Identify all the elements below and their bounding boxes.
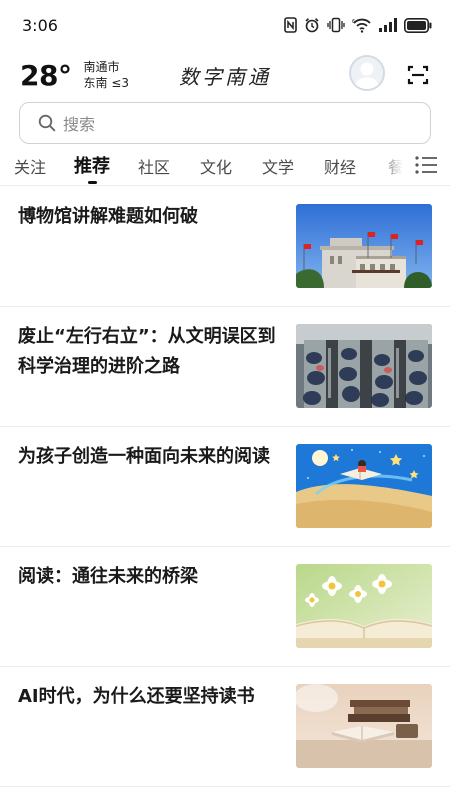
vibrate-icon [327,17,345,33]
category-tabs: 关注 推荐 社区 文化 文学 财经 餐 [0,146,450,186]
search-bar[interactable]: 搜索 [19,102,431,144]
active-tab-indicator [88,181,97,184]
app-header: 28° 南通市 东南 ≤3 数字南通 [0,50,450,100]
city-name: 南通市 [83,60,120,74]
temperature: 28° [20,58,72,92]
list-item[interactable]: AI时代，为什么还要坚持读书 [0,667,450,787]
escalator-crowd-image [296,324,432,408]
wind-info: 东南 ≤3 [83,76,129,90]
battery-icon [404,17,432,33]
article-title[interactable]: 废止“左行右立”：从文明误区到科学治理的进阶之路 [18,322,280,382]
search-icon [38,114,56,132]
article-thumbnail[interactable] [296,324,432,408]
article-title[interactable]: 为孩子创造一种面向未来的阅读 [18,442,280,472]
alarm-icon [305,18,319,33]
tab-recommend[interactable]: 推荐 [74,152,110,178]
museum-building-image [296,204,432,288]
svg-text:6: 6 [352,19,355,25]
status-time: 3:06 [22,15,58,35]
user-icon [354,62,380,89]
open-book-daisies-image [296,564,432,648]
list-item[interactable]: 为孩子创造一种面向未来的阅读 [0,427,450,547]
article-title[interactable]: AI时代，为什么还要坚持读书 [18,682,280,712]
tab-follow[interactable]: 关注 [14,154,46,178]
app-logo: 数字南通 [179,64,271,89]
tab-finance[interactable]: 财经 [324,154,356,178]
weather-widget[interactable]: 28° 南通市 东南 ≤3 [20,59,129,92]
news-feed: 博物馆讲解难题如何破 废止“左行右立”：从文明误区到科学治理的进阶之路 为孩子创… [0,187,450,787]
wifi-icon: 6 [352,18,371,33]
article-title[interactable]: 阅读：通往未来的桥梁 [18,562,280,592]
tab-literature[interactable]: 文学 [262,154,294,178]
article-thumbnail[interactable] [296,204,432,288]
article-thumbnail[interactable] [296,444,432,528]
location-info: 南通市 东南 ≤3 [83,59,129,91]
signal-icon [379,18,397,32]
tab-community[interactable]: 社区 [138,154,170,178]
article-title[interactable]: 博物馆讲解难题如何破 [18,202,280,232]
books-on-table-image [296,684,432,768]
status-bar: 3:06 6 [0,0,450,50]
list-item[interactable]: 废止“左行右立”：从文明误区到科学治理的进阶之路 [0,307,450,427]
article-thumbnail[interactable] [296,684,432,768]
avatar[interactable] [349,55,385,91]
status-icons: 6 [284,17,432,33]
tab-menu-icon[interactable] [414,154,438,176]
tab-fade [380,146,412,184]
scan-icon[interactable] [406,63,430,87]
list-item[interactable]: 博物馆讲解难题如何破 [0,187,450,307]
search-input[interactable]: 搜索 [63,111,95,135]
child-reading-illustration-image [296,444,432,528]
tab-culture[interactable]: 文化 [200,154,232,178]
list-item[interactable]: 阅读：通往未来的桥梁 [0,547,450,667]
nfc-icon [284,17,297,33]
article-thumbnail[interactable] [296,564,432,648]
